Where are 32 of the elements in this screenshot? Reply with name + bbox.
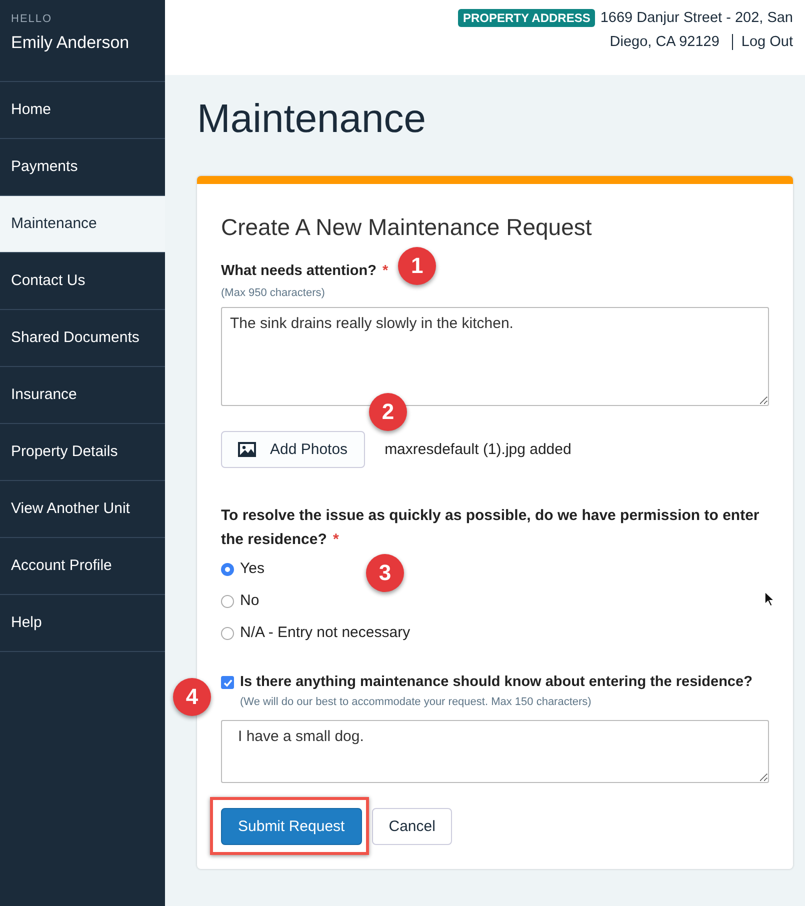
hint-text: (Max 950 characters): [221, 287, 326, 299]
field-label: What needs attention? *: [221, 262, 388, 281]
image-icon: [238, 442, 256, 457]
radio-label: N/A - Entry not necessary: [240, 624, 410, 642]
cancel-button[interactable]: Cancel: [372, 808, 452, 845]
page-title: Maintenance: [197, 97, 428, 142]
upload-status: maxresdefault (1).jpg added: [384, 441, 572, 458]
address-text: 1669 Danjur Street - 202, San: [600, 10, 793, 26]
step-marker: 4: [173, 678, 211, 716]
form-title: Create A New Maintenance Request: [221, 214, 593, 241]
field-label: To resolve the issue as quickly as possible, do we have permission to enter the residence? *: [221, 506, 760, 550]
step-marker: 2: [369, 393, 407, 431]
user-name: Emily Anderson: [11, 33, 130, 53]
address-text: Diego, CA 92129: [610, 34, 720, 50]
radio-button[interactable]: [221, 626, 234, 640]
field-label: Is there anything maintenance should know about entering the residence?: [240, 673, 752, 692]
greeting: HELLO: [11, 13, 54, 25]
cursor-icon: [764, 591, 775, 607]
hint-text: (We will do our best to accommodate your request. Max 150 characters): [240, 696, 592, 708]
step-marker: 3: [366, 554, 404, 592]
radio-button[interactable]: [221, 594, 234, 608]
address-badge: PROPERTY ADDRESS: [458, 9, 596, 27]
logout-link[interactable]: Log Out: [732, 34, 793, 50]
radio-label: Yes: [240, 560, 264, 578]
notes-textarea[interactable]: I have a small dog.: [221, 720, 769, 783]
checkbox[interactable]: [221, 676, 234, 689]
step-marker: 1: [398, 247, 436, 285]
submit-button[interactable]: Submit Request: [221, 808, 362, 845]
nav-item[interactable]: Maintenance: [0, 196, 165, 253]
radio-label: No: [240, 592, 260, 610]
add-photos-button[interactable]: Add Photos: [221, 431, 365, 468]
radio-button[interactable]: [221, 562, 234, 576]
